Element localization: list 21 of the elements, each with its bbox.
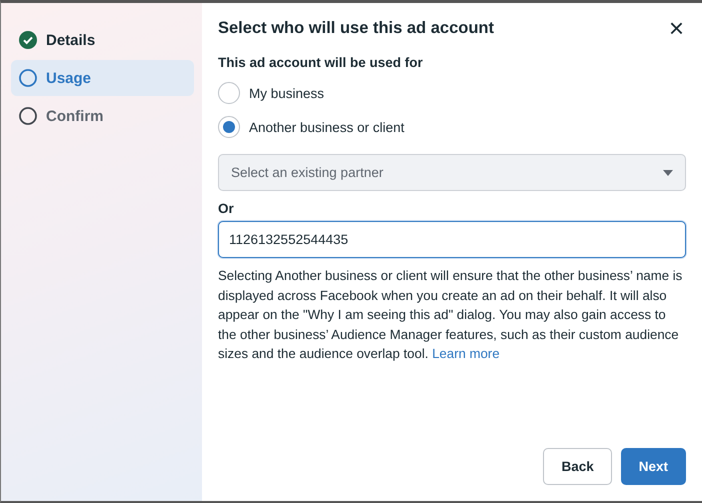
option-label[interactable]: Another business or client (249, 120, 404, 134)
learn-more-link[interactable]: Learn more (432, 346, 500, 361)
next-button[interactable]: Next (620, 448, 686, 485)
caret-icon (663, 170, 673, 176)
radio-button[interactable] (218, 82, 240, 104)
option-label[interactable]: My business (249, 86, 324, 100)
circle-icon (19, 69, 37, 87)
partner-dropdown[interactable]: Select an existing partner (218, 154, 686, 191)
step-item[interactable]: Details (11, 22, 194, 58)
question-label: This ad account will be used for (218, 55, 424, 70)
back-button[interactable]: Back (543, 448, 612, 485)
circle-icon (19, 107, 37, 125)
step-item[interactable]: Confirm (11, 98, 194, 134)
dialog-title: Select who will use this ad account (218, 18, 494, 38)
close-button[interactable]: × (666, 17, 686, 39)
step-item[interactable]: Usage (11, 60, 194, 96)
input-field[interactable]: 1126132552544435 (218, 221, 686, 258)
description-text: Selecting Another business or client will ensure that the other business’ name is displayed across Facebook when you create an ad on their behalf. It will also appear on the "Why I am seeing this ad" dialog. You may also gain access to the other business’ Audience Manager features, such as their custom audience sizes and the audience overlap tool. Learn more (218, 267, 684, 363)
radio-button[interactable] (218, 116, 240, 138)
check-icon (19, 31, 37, 49)
or-label: Or (218, 201, 235, 216)
